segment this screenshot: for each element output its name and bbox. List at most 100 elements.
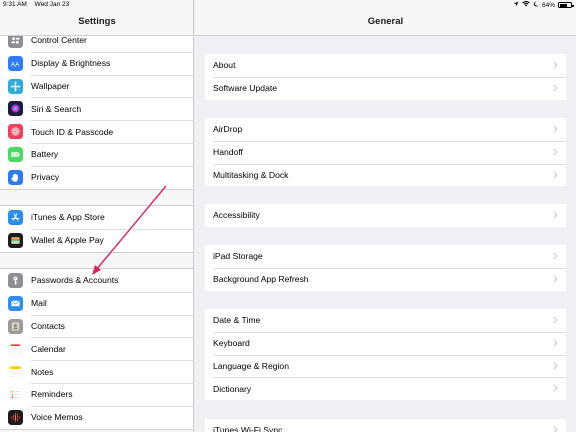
- wifi-icon: [522, 1, 530, 9]
- sidebar-item-label: Battery: [31, 149, 59, 160]
- general-item-date-time[interactable]: Date & Time: [205, 309, 566, 332]
- calendar-icon: [8, 341, 23, 357]
- sidebar-item-label: Touch ID & Passcode: [31, 126, 114, 137]
- chevron-right-icon: [553, 361, 558, 370]
- sidebar-item-passwords-accounts[interactable]: Passwords & Accounts: [0, 269, 193, 292]
- general-item-label: iTunes Wi-Fi Sync: [213, 425, 283, 432]
- status-date: Wed Jan 23: [34, 1, 70, 8]
- chevron-right-icon: [553, 426, 558, 432]
- moon-icon: [533, 1, 539, 9]
- sidebar-item-mail[interactable]: Mail: [0, 291, 193, 315]
- battery-icon: [8, 146, 23, 162]
- status-bar-right: 64%: [513, 1, 574, 9]
- battery-percent: 64%: [541, 1, 555, 9]
- app-store-icon: [8, 210, 23, 225]
- general-item-label: Accessibility: [213, 210, 260, 221]
- sidebar-item-label: Wallet & Apple Pay: [31, 235, 104, 246]
- general-panel: General About Software Update AirDrop Hando…: [195, 0, 576, 432]
- general-group: Date & Time Keyboard Language & Region Dict…: [205, 309, 566, 401]
- status-time: 9:31 AM: [3, 1, 27, 8]
- chevron-right-icon: [553, 275, 558, 283]
- general-item-airdrop[interactable]: AirDrop: [205, 118, 566, 141]
- chevron-right-icon: [553, 170, 558, 179]
- sidebar-group: Control Center AA Display & Brightness Wall…: [0, 28, 193, 190]
- page-title: General: [367, 16, 404, 27]
- general-item-label: About: [213, 60, 236, 71]
- wallet-icon: [8, 232, 23, 248]
- sidebar-item-label: Reminders: [31, 389, 73, 400]
- general-item-multitasking-dock[interactable]: Multitasking & Dock: [205, 163, 566, 187]
- general-item-keyboard[interactable]: Keyboard: [205, 331, 566, 355]
- general-item-label: Multitasking & Dock: [213, 169, 289, 180]
- contacts-icon: [8, 318, 23, 334]
- general-group: About Software Update: [205, 54, 566, 100]
- sidebar-item-battery[interactable]: Battery: [0, 142, 193, 166]
- sidebar-item-label: Contacts: [31, 320, 65, 331]
- sidebar-item-label: Mail: [31, 298, 47, 309]
- general-item-software-update[interactable]: Software Update: [205, 76, 566, 100]
- sidebar-item-label: Calendar: [31, 343, 66, 354]
- sidebar-title: Settings: [78, 16, 116, 27]
- voice-memos-icon: [8, 409, 23, 425]
- sidebar-item-label: Privacy: [31, 172, 60, 183]
- wallpaper-icon: [8, 78, 23, 94]
- chevron-right-icon: [553, 148, 558, 156]
- sidebar-item-label: Display & Brightness: [31, 58, 111, 69]
- key-icon: [8, 273, 23, 288]
- sidebar-item-privacy[interactable]: Privacy: [0, 165, 193, 189]
- status-bar-left: 9:31 AM Wed Jan 23: [3, 1, 69, 8]
- svg-text:AA: AA: [11, 61, 20, 68]
- general-item-handoff[interactable]: Handoff: [205, 140, 566, 164]
- battery-status-icon: [558, 2, 574, 8]
- general-item-about[interactable]: About: [205, 54, 566, 77]
- general-group: AirDrop Handoff Multitasking & Dock: [205, 118, 566, 187]
- general-item-accessibility[interactable]: Accessibility: [205, 204, 566, 227]
- sidebar-item-touch-id-passcode[interactable]: Touch ID & Passcode: [0, 120, 193, 143]
- chevron-right-icon: [553, 252, 558, 260]
- sidebar-group: iTunes & App Store Wallet & Apple Pay: [0, 205, 193, 253]
- fingerprint-icon: [8, 124, 23, 140]
- sidebar-item-wallet-apple-pay[interactable]: Wallet & Apple Pay: [0, 228, 193, 252]
- general-item-label: Language & Region: [213, 360, 289, 371]
- sidebar-group: Passwords & Accounts Mail Contacts Calendar…: [0, 268, 193, 430]
- sidebar-item-siri-search[interactable]: Siri & Search: [0, 97, 193, 120]
- general-item-label: AirDrop: [213, 124, 243, 135]
- general-group: iTunes Wi-Fi Sync: [205, 419, 566, 432]
- chevron-right-icon: [553, 384, 558, 393]
- general-item-label: Background App Refresh: [213, 274, 309, 285]
- general-group: Accessibility: [205, 204, 566, 227]
- sidebar-item-label: Notes: [31, 366, 54, 377]
- general-group: iPad Storage Background App Refresh: [205, 245, 566, 291]
- general-item-dictionary[interactable]: Dictionary: [205, 377, 566, 400]
- sidebar-item-label: Passwords & Accounts: [31, 275, 119, 286]
- notes-icon: [8, 364, 23, 380]
- general-item-label: Dictionary: [213, 383, 252, 394]
- general-item-ipad-storage[interactable]: iPad Storage: [205, 245, 566, 268]
- mail-icon: [8, 295, 23, 311]
- sidebar-item-calendar[interactable]: Calendar: [0, 337, 193, 360]
- chevron-right-icon: [553, 316, 558, 324]
- chevron-right-icon: [553, 339, 558, 347]
- general-item-language-region[interactable]: Language & Region: [205, 354, 566, 378]
- siri-icon: [8, 101, 23, 117]
- chevron-right-icon: [553, 84, 558, 92]
- sidebar-item-display-brightness[interactable]: AA Display & Brightness: [0, 51, 193, 75]
- status-bar: 9:31 AM Wed Jan 23 64%: [0, 0, 576, 10]
- sidebar-item-notes[interactable]: Notes: [0, 360, 193, 383]
- general-item-label: Keyboard: [213, 338, 250, 349]
- general-item-itunes-wi-fi-sync[interactable]: iTunes Wi-Fi Sync: [205, 419, 566, 432]
- sidebar-item-label: Control Center: [31, 35, 87, 46]
- sidebar-item-label: iTunes & App Store: [31, 212, 105, 223]
- sidebar-item-itunes-app-store[interactable]: iTunes & App Store: [0, 206, 193, 229]
- general-item-label: iPad Storage: [213, 251, 263, 262]
- display-brightness-icon: AA: [8, 55, 23, 71]
- chevron-right-icon: [553, 61, 558, 69]
- general-item-background-app-refresh[interactable]: Background App Refresh: [205, 267, 566, 291]
- sidebar-item-reminders[interactable]: Reminders: [0, 382, 193, 406]
- sidebar-item-label: Voice Memos: [31, 412, 83, 423]
- sidebar-item-label: Siri & Search: [31, 103, 82, 114]
- sidebar-item-contacts[interactable]: Contacts: [0, 314, 193, 338]
- general-item-label: Software Update: [213, 83, 278, 94]
- sidebar-item-wallpaper[interactable]: Wallpaper: [0, 74, 193, 98]
- sidebar-item-voice-memos[interactable]: Voice Memos: [0, 405, 193, 429]
